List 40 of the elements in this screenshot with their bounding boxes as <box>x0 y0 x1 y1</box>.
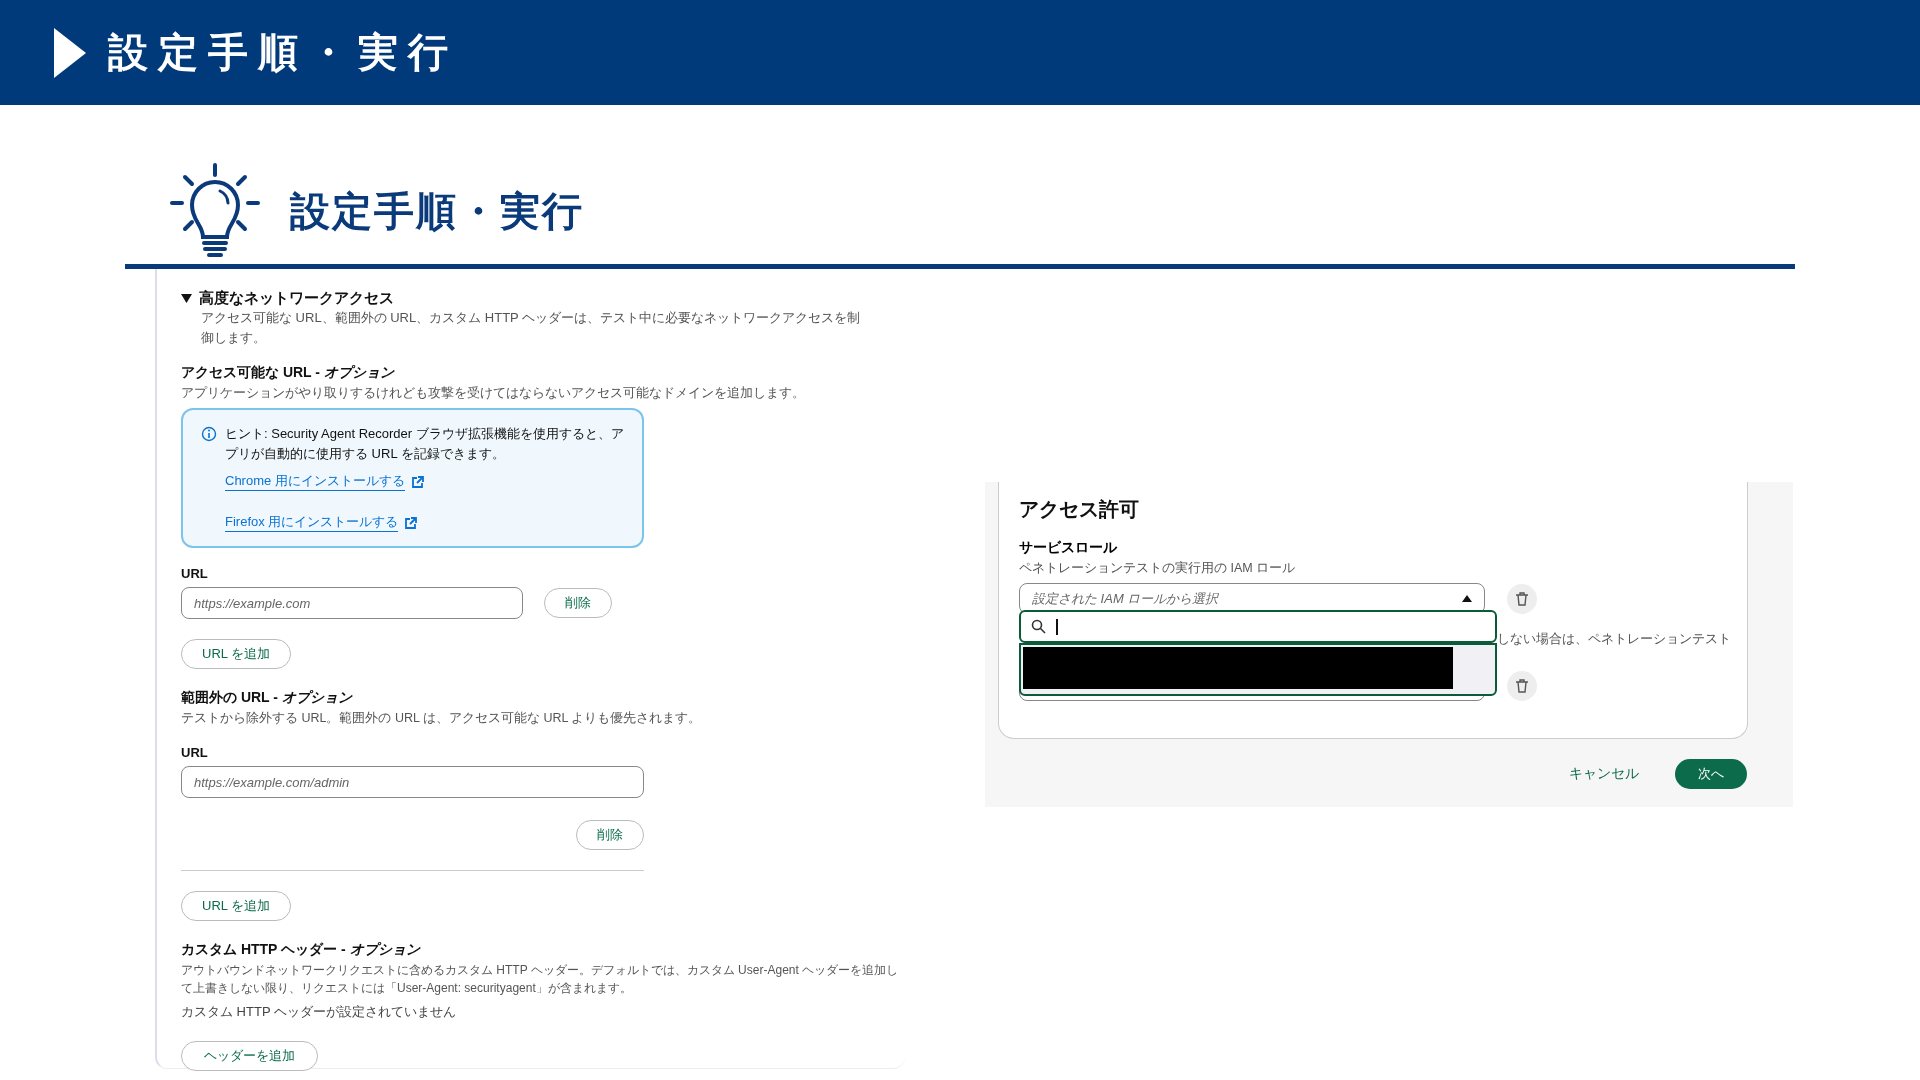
hint-text: ヒント: Security Agent Recorder ブラウザ拡張機能を使用すると、アプリが自動的に使用する URL を記録できます。 <box>225 425 624 463</box>
play-triangle-icon <box>54 27 86 78</box>
field-description: ペネトレーションテストの実行用の IAM ロール <box>1019 560 1297 577</box>
install-link[interactable]: Chrome 用にインストールする <box>225 472 405 491</box>
field-description: アウトバウンドネットワークリクエストに含めるカスタム HTTP ヘッダー。デフォルトでは、カスタム User-Agent ヘッダーを追加して上書きしない限り、リクエストには「User-Agent: securityagent」が含まれます。 <box>181 962 900 997</box>
cancel-button[interactable]: キャンセル <box>1563 764 1645 784</box>
delete-icon[interactable] <box>1507 670 1537 701</box>
section-title: 設定手順・実行 <box>290 187 584 235</box>
search-field[interactable] <box>1019 610 1497 643</box>
external-link-icon <box>410 476 424 489</box>
text-cursor <box>1056 618 1058 635</box>
slide-title: 設定手順・実行 <box>108 29 458 76</box>
remove-button[interactable]: 削除 <box>576 820 644 850</box>
field-label: URL <box>181 566 209 581</box>
section-description: アクセス可能な URL、範囲外の URL、カスタム HTTP ヘッダーは、テスト中に必要なネットワークアクセスを制御します。 <box>201 309 862 347</box>
external-link-icon <box>404 517 418 530</box>
field-description: テストから除外する URL。範囲外の URL は、アクセス可能な URL よりも優先されます。 <box>181 710 703 727</box>
card-title: アクセス許可 <box>1019 497 1140 522</box>
field-title: アクセス可能な URL - オプション <box>181 364 396 382</box>
field-title: サービスロール <box>1019 539 1118 557</box>
field-title: 範囲外の URL - オプション <box>181 689 354 707</box>
install-link[interactable]: Firefox 用にインストールする <box>225 513 399 532</box>
expander-title[interactable]: 高度なネットワークアクセス <box>199 289 394 308</box>
field-label: URL <box>181 745 209 760</box>
remove-button[interactable]: 削除 <box>544 588 612 618</box>
field-description: アプリケーションがやり取りするけれども攻撃を受けてはならないアクセス可能なドメインを追加します。 <box>181 385 806 402</box>
delete-icon[interactable] <box>1507 583 1537 614</box>
field-title: カスタム HTTP ヘッダー - オプション <box>181 941 422 959</box>
url-input[interactable]: https://example.com <box>181 587 523 619</box>
empty-message: カスタム HTTP ヘッダーが設定されていません <box>181 1003 457 1021</box>
field-description: しない場合は、ペネトレーションテスト <box>1497 630 1731 648</box>
url-input[interactable]: https://example.com/admin <box>181 766 644 798</box>
lightbulb-icon <box>170 163 260 259</box>
caret-icon[interactable] <box>181 293 192 304</box>
search-icon <box>1031 619 1046 634</box>
add-url-button[interactable]: URL を追加 <box>181 639 292 669</box>
add-url-button[interactable]: URL を追加 <box>181 891 292 921</box>
next-button[interactable]: 次へ <box>1675 759 1747 789</box>
add-header-button[interactable]: ヘッダーを追加 <box>181 1041 318 1071</box>
info-icon <box>201 426 217 442</box>
